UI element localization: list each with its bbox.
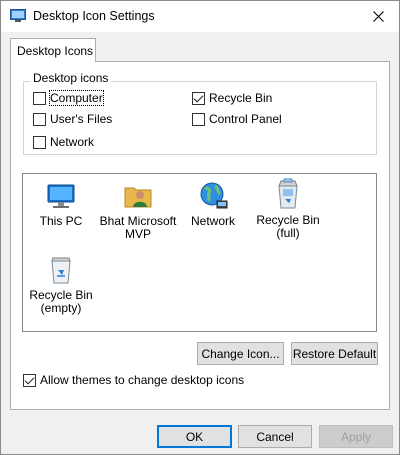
this-pc-icon (47, 184, 75, 208)
restore-default-label: Restore Default (292, 346, 377, 361)
list-item-label: Bhat Microsoft MVP (99, 214, 177, 241)
change-icon-label: Change Icon... (201, 346, 280, 361)
checkbox-users-files[interactable]: User's Files (33, 111, 112, 127)
checkbox-box[interactable] (33, 91, 46, 105)
checkbox-label: Computer (49, 90, 104, 106)
checkbox-label: Allow themes to change desktop icons (40, 373, 245, 387)
list-item-label: Recycle Bin (full) (256, 213, 320, 240)
cancel-label: Cancel (256, 429, 294, 444)
desktop-settings-icon (10, 9, 26, 22)
cancel-button[interactable]: Cancel (238, 425, 312, 448)
close-icon (372, 11, 384, 22)
network-globe-icon (200, 182, 228, 209)
user-folder-icon (124, 187, 152, 208)
checkbox-box[interactable] (192, 91, 205, 105)
apply-button[interactable]: Apply (319, 425, 393, 448)
list-item-recycle-bin-full[interactable]: Recycle Bin (full) (248, 177, 328, 240)
checkbox-label: Network (50, 135, 95, 149)
recycle-bin-full-icon (278, 178, 298, 209)
group-legend: Desktop icons (30, 71, 112, 85)
checkbox-computer[interactable]: Computer (33, 90, 104, 106)
change-icon-button[interactable]: Change Icon... (197, 342, 284, 365)
checkbox-recycle-bin[interactable]: Recycle Bin (192, 90, 272, 106)
close-button[interactable] (357, 1, 399, 32)
title-bar[interactable]: Desktop Icon Settings (1, 1, 399, 32)
checkbox-allow-themes[interactable]: Allow themes to change desktop icons (23, 372, 244, 388)
list-item-network[interactable]: Network (173, 180, 253, 228)
apply-label: Apply (340, 429, 372, 444)
checkbox-control-panel[interactable]: Control Panel (192, 111, 282, 127)
list-item-label: This PC (39, 214, 83, 228)
checkbox-box[interactable] (33, 135, 46, 149)
list-item-user-folder[interactable]: Bhat Microsoft MVP (98, 180, 178, 241)
checkbox-label: Control Panel (209, 112, 282, 126)
checkbox-label: Recycle Bin (209, 91, 273, 105)
tab-label: Desktop Icons (17, 44, 94, 58)
tab-desktop-icons[interactable]: Desktop Icons (10, 38, 96, 62)
window-title: Desktop Icon Settings (33, 9, 155, 23)
checkbox-box[interactable] (192, 112, 205, 126)
checkbox-network[interactable]: Network (33, 134, 94, 150)
checkbox-box[interactable] (23, 373, 36, 387)
recycle-bin-empty-icon (51, 257, 71, 284)
ok-button[interactable]: OK (157, 425, 232, 448)
ok-label: OK (185, 429, 204, 444)
dialog-window: Desktop Icon Settings Desktop Icons Desk… (0, 0, 400, 455)
restore-default-button[interactable]: Restore Default (291, 342, 378, 365)
checkbox-label: User's Files (50, 112, 113, 126)
icon-list[interactable]: This PC Bhat Microsoft MVP Network Recyc… (22, 173, 377, 332)
checkbox-box[interactable] (33, 112, 46, 126)
list-item-this-pc[interactable]: This PC (21, 180, 101, 228)
list-item-recycle-bin-empty[interactable]: Recycle Bin (empty) (21, 252, 101, 315)
list-item-label: Network (190, 214, 235, 228)
list-item-label: Recycle Bin (empty) (29, 288, 93, 315)
